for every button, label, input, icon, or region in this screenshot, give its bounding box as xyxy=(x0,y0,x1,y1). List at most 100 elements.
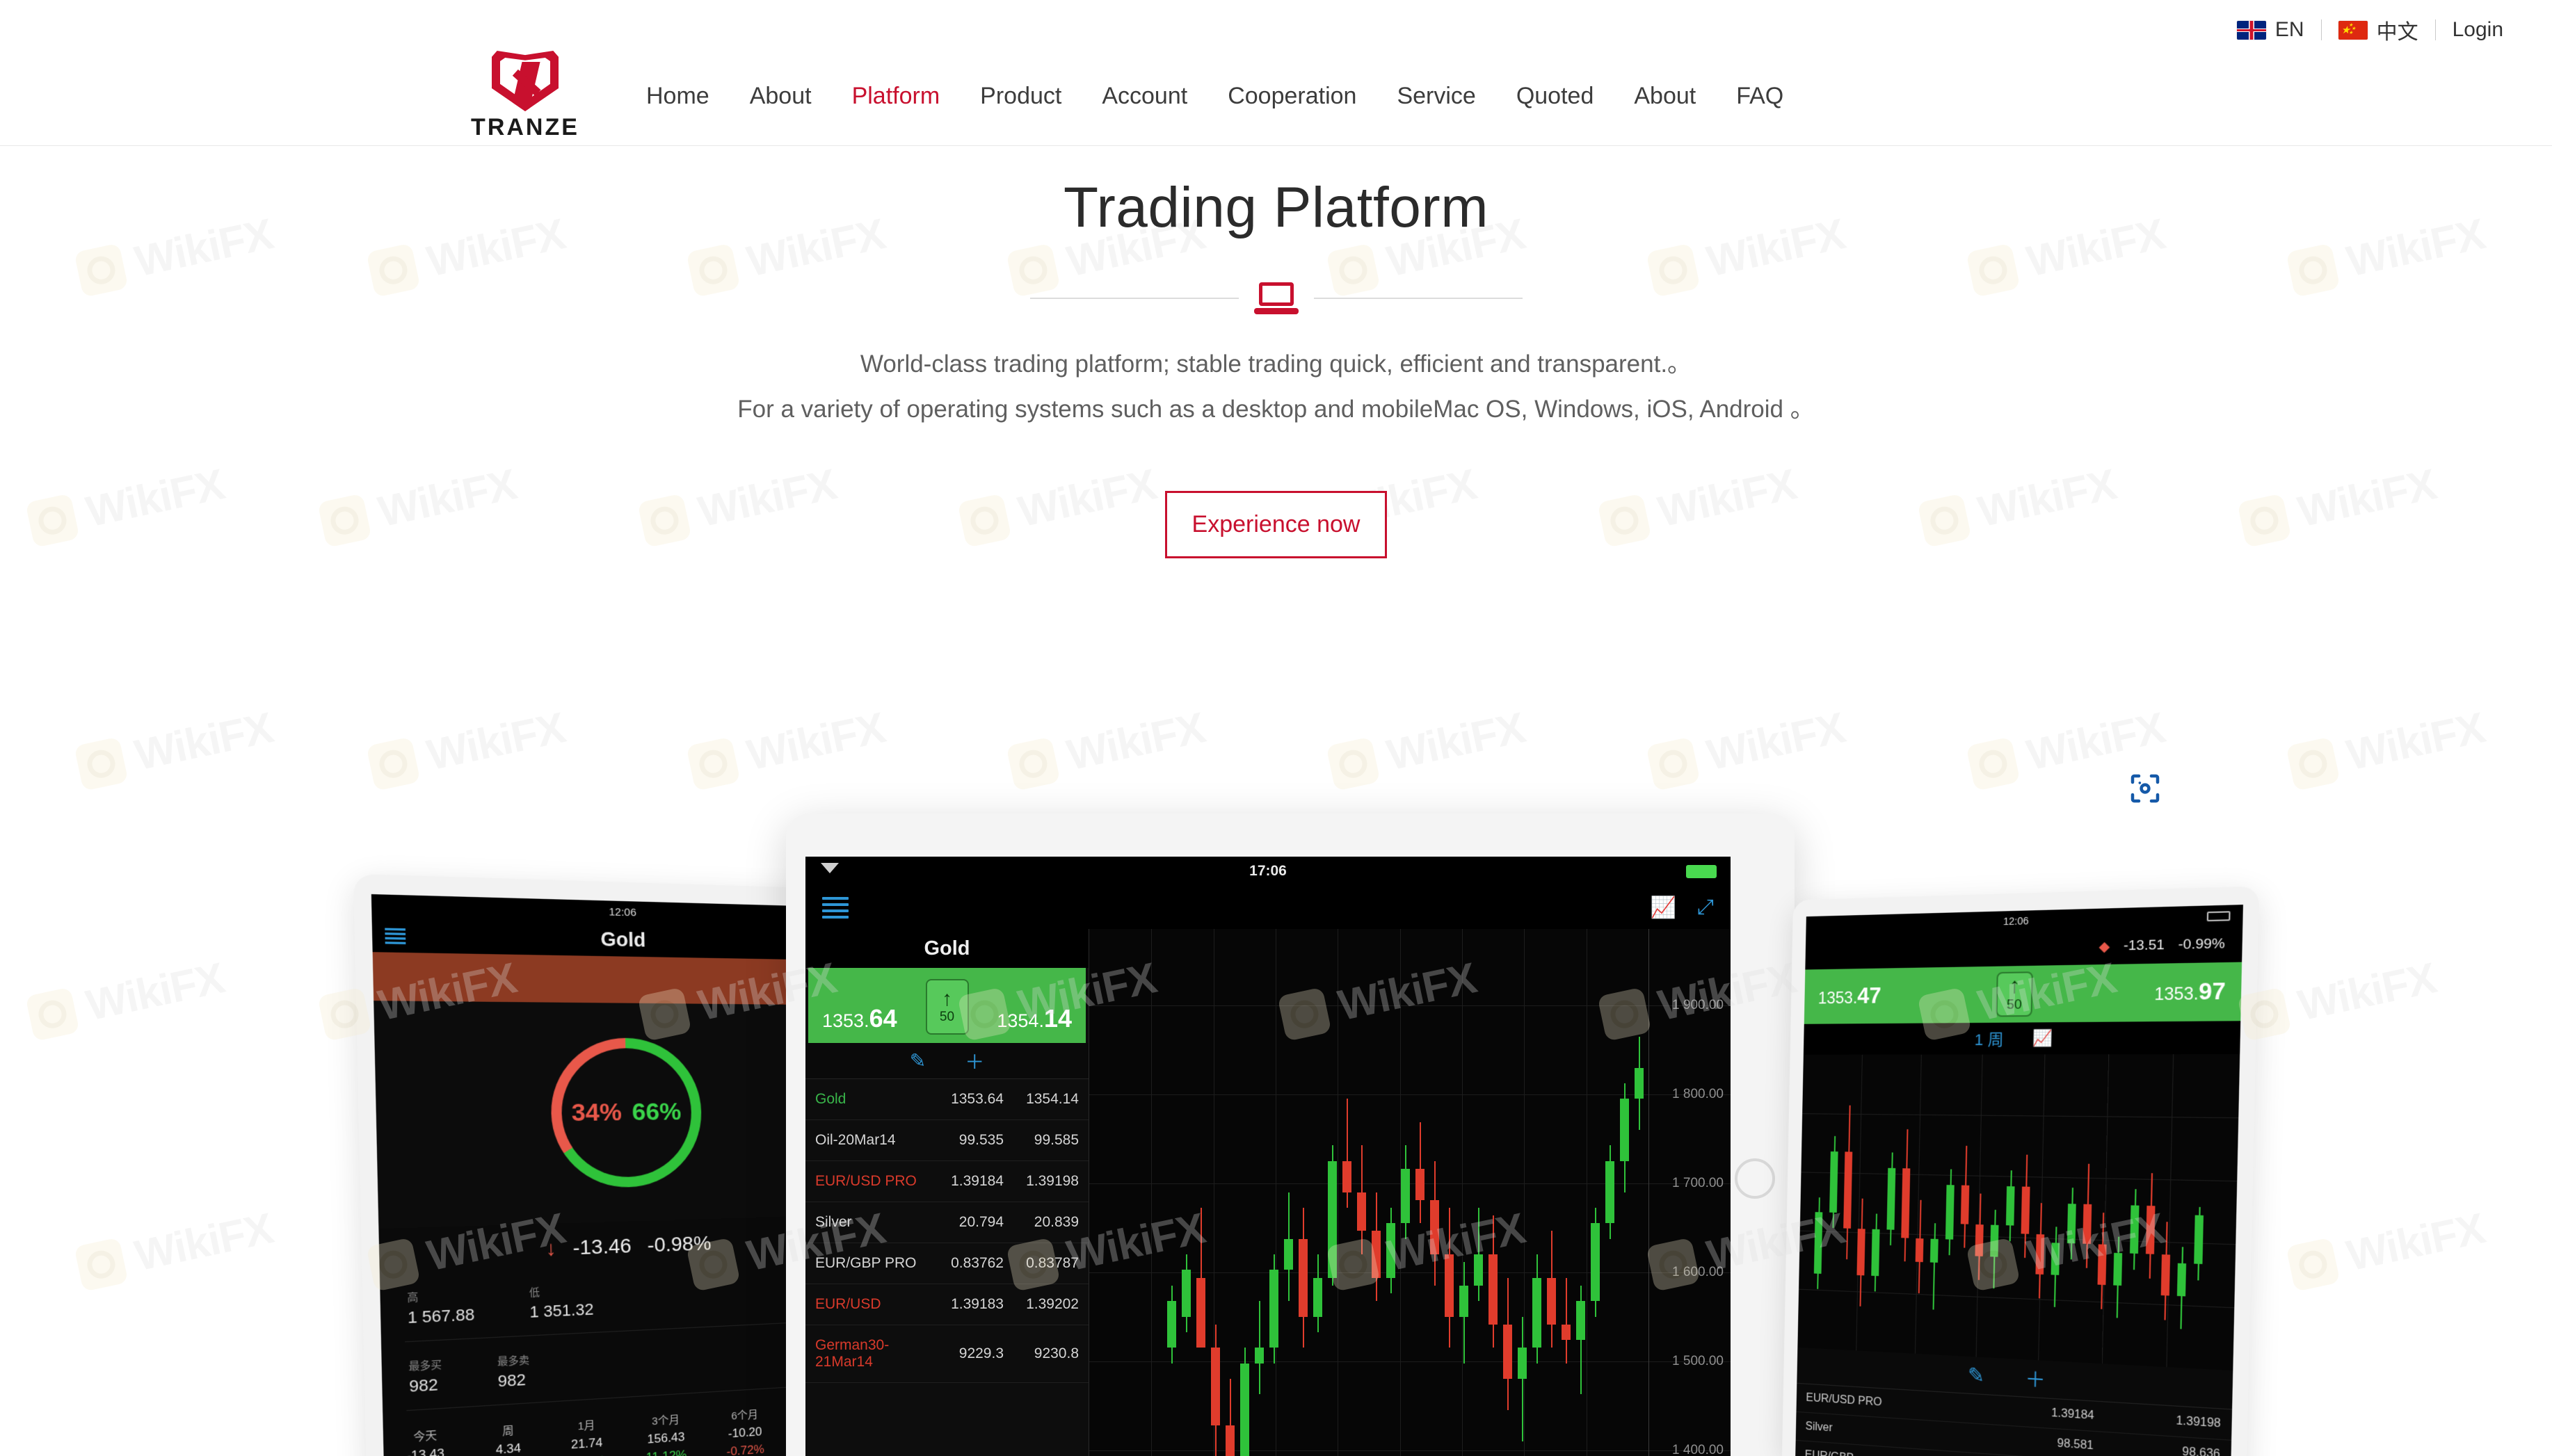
stat-key: 低 xyxy=(529,1286,540,1299)
hero-paragraph-2: For a variety of operating systems such … xyxy=(737,396,1815,423)
center-quotes-table: Gold 1353.64 1354.14 Oil-20Mar14 99.535 99.58… xyxy=(805,1079,1089,1383)
perf-pct: 11.12% xyxy=(646,1448,687,1456)
perf-abs: 4.34 xyxy=(495,1441,522,1456)
nav-item-product[interactable]: Product xyxy=(960,83,1082,110)
nav-item-faq-2[interactable]: FAQ xyxy=(1716,83,1804,110)
nav-item-service[interactable]: Service xyxy=(1377,83,1495,110)
stat-item: 最多卖 982 xyxy=(497,1352,530,1391)
right-candlestick-chart[interactable] xyxy=(1797,1054,2240,1371)
grid-line xyxy=(1089,1450,1731,1451)
nav-item-platform[interactable]: Platform xyxy=(832,83,961,110)
grid-line xyxy=(1089,1183,1731,1184)
table-row[interactable]: EUR/USD 1.39183 1.39202 xyxy=(805,1284,1089,1325)
chart-type-icon[interactable]: 📈 xyxy=(2032,1029,2053,1048)
nav-item-cooperation[interactable]: Cooperation xyxy=(1207,83,1377,110)
fullscreen-icon[interactable]: ⤢ xyxy=(1697,896,1714,919)
quote-ask: 99.585 xyxy=(1034,1132,1079,1148)
grid-line xyxy=(2166,1054,2174,1368)
language-switch-zh[interactable]: ★ ★ ★ ★ 中文 xyxy=(2338,15,2418,45)
buy-percent: 66% xyxy=(632,1097,682,1126)
grid-line xyxy=(1802,1113,2239,1119)
perf-column: 6个月 -10.20 -0.72% xyxy=(725,1406,764,1456)
perf-period: 3个月 xyxy=(651,1414,680,1428)
menu-icon[interactable] xyxy=(822,893,849,922)
grid-line xyxy=(1089,1361,1731,1362)
center-quote-box[interactable]: 1353.64 ↑ 50 1354.14 xyxy=(808,968,1086,1043)
table-row[interactable]: Gold 1353.64 1354.14 xyxy=(805,1079,1089,1120)
utility-bar: EN ★ ★ ★ ★ 中文 Login xyxy=(0,0,2552,47)
left-price-band xyxy=(372,952,855,1005)
quote-symbol: EUR/USD PRO xyxy=(815,1173,917,1189)
right-status-time: 12:06 xyxy=(2003,914,2029,928)
language-switch-en[interactable]: EN xyxy=(2236,18,2304,42)
pencil-icon[interactable]: ✎ xyxy=(910,1049,926,1072)
right-bid-price: 1353.47 xyxy=(1817,982,1881,1008)
divider-line-right xyxy=(1313,298,1523,299)
watermark: WikiFX xyxy=(74,703,278,793)
table-row[interactable]: Silver 20.794 20.839 xyxy=(805,1202,1089,1243)
quote-symbol: Oil-20Mar14 xyxy=(815,1132,896,1148)
timeframe-label[interactable]: 1 周 xyxy=(1975,1027,2004,1050)
right-quote-band[interactable]: 1353.47 ↑ 50 1353.97 xyxy=(1804,962,2242,1024)
right-ask-price: 1353.97 xyxy=(2153,978,2226,1005)
quote-ask: 1.39202 xyxy=(1026,1296,1079,1312)
divider-line-left xyxy=(1029,298,1239,299)
watermark: WikiFX xyxy=(1646,703,1849,793)
watermark: WikiFX xyxy=(366,703,570,793)
sell-percent: 34% xyxy=(571,1098,623,1126)
login-link[interactable]: Login xyxy=(2453,18,2503,42)
home-button[interactable] xyxy=(1735,1158,1775,1199)
nav-item-about[interactable]: About xyxy=(730,83,832,110)
stat-value: 982 xyxy=(497,1370,527,1391)
uk-flag-icon xyxy=(2236,20,2266,40)
perf-period: 1月 xyxy=(577,1418,595,1433)
quote-bid: 0.83762 xyxy=(951,1255,1004,1271)
price-axis-label: 1 800.00 xyxy=(1672,1087,1724,1101)
center-status-time: 17:06 xyxy=(1249,863,1287,879)
right-device-screen: 12:06 ◆ -13.51 -0.99% 1353.47 ↑ 50 1353.… xyxy=(1795,905,2243,1456)
right-change-abs: -13.51 xyxy=(2123,937,2165,954)
quote-bid: 20.794 xyxy=(958,1214,1004,1230)
right-device-mockup: 12:06 ◆ -13.51 -0.99% 1353.47 ↑ 50 1353.… xyxy=(1781,886,2260,1456)
brand-name: TRANZE xyxy=(471,114,579,140)
quote-symbol: EUR/USD xyxy=(815,1296,881,1312)
screenshot-capture-icon[interactable] xyxy=(2112,755,2178,822)
table-row[interactable]: EUR/GBP PRO 0.83762 0.83787 xyxy=(805,1243,1089,1284)
site-logo[interactable]: TRANZE xyxy=(459,51,591,141)
table-row[interactable]: Oil-20Mar14 99.535 99.585 xyxy=(805,1120,1089,1161)
quote-bid: 9229.3 xyxy=(958,1345,1004,1361)
quote-symbol: German30-21Mar14 xyxy=(815,1337,890,1370)
chart-trend-icon[interactable]: 📈 xyxy=(1651,896,1676,920)
price-axis-label: 1 700.00 xyxy=(1672,1176,1724,1190)
center-candlestick-chart[interactable]: 1 900.00 1 800.00 1 700.00 1 600.00 1 500.00… xyxy=(1089,929,1731,1456)
battery-icon xyxy=(2206,911,2231,922)
nav-item-home[interactable]: Home xyxy=(626,83,730,110)
grid-line xyxy=(1151,929,1153,1456)
nav-item-quoted[interactable]: Quoted xyxy=(1496,83,1614,110)
grid-line xyxy=(2101,1054,2109,1364)
pencil-icon[interactable]: ✎ xyxy=(1968,1363,1985,1388)
table-row[interactable]: EUR/USD PRO 1.39184 1.39198 xyxy=(805,1161,1089,1202)
down-arrow-icon: ↓ xyxy=(545,1236,557,1261)
perf-period: 周 xyxy=(501,1424,514,1438)
plus-icon[interactable]: ＋ xyxy=(965,1047,984,1075)
device-showcase: 12:06 Gold 34% 66% ↓ -13.46 -0.98% 高 1 5… xyxy=(0,789,2552,1456)
grid-line xyxy=(1799,1230,2236,1245)
sentiment-ring-chart: 34% 66% xyxy=(549,1037,703,1189)
stat-key: 最多买 xyxy=(408,1358,442,1373)
quote-bid: 1.39183 xyxy=(951,1296,1004,1312)
divider xyxy=(2320,19,2322,40)
left-change-pct: -0.98% xyxy=(647,1231,712,1256)
table-row[interactable]: German30-21Mar14 9229.3 9230.8 xyxy=(805,1325,1089,1383)
center-spread-badge: ↑ 50 xyxy=(925,979,969,1035)
quote-bid: 1353.64 xyxy=(951,1091,1004,1107)
experience-now-button[interactable]: Experience now xyxy=(1164,491,1388,558)
nav-item-about-2[interactable]: About xyxy=(1614,83,1716,110)
watermark: WikiFX xyxy=(1006,703,1210,793)
plus-icon[interactable]: ＋ xyxy=(2025,1364,2046,1393)
perf-period: 今天 xyxy=(413,1429,438,1444)
center-tablet-screen: 17:06 📈 ⤢ Gold 1353.64 ↑ 50 1354.14 ✎ ＋ … xyxy=(805,857,1731,1456)
menu-icon[interactable] xyxy=(385,925,406,946)
stat-key: 高 xyxy=(407,1291,419,1304)
nav-item-account[interactable]: Account xyxy=(1082,83,1207,110)
